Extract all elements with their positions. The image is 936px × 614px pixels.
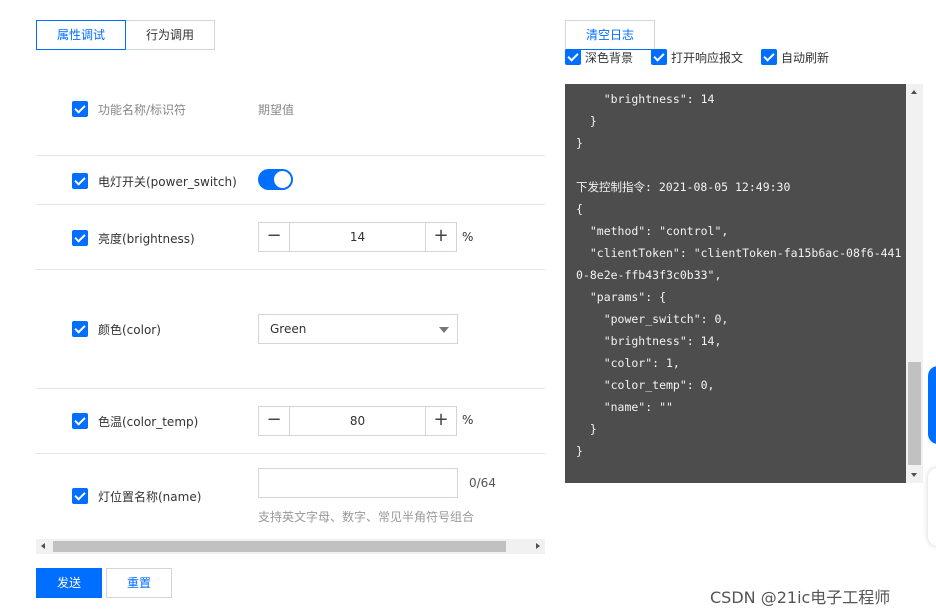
vertical-scrollbar[interactable] <box>906 84 923 483</box>
color-checkbox[interactable] <box>72 321 88 337</box>
tab-property-debug[interactable]: 属性调试 <box>36 20 126 50</box>
color-temp-checkbox[interactable] <box>72 413 88 429</box>
brightness-unit: % <box>462 230 474 244</box>
clear-log-button[interactable]: 清空日志 <box>565 20 655 50</box>
color-select[interactable]: Green <box>258 314 458 344</box>
power-switch-checkbox[interactable] <box>72 173 88 189</box>
dark-background-label: 深色背景 <box>585 50 634 65</box>
plus-icon[interactable]: + <box>425 407 456 435</box>
tab-action-call[interactable]: 行为调用 <box>126 20 215 50</box>
auto-refresh-option[interactable]: 自动刷新 <box>761 49 829 65</box>
checkmark-icon[interactable] <box>565 49 581 65</box>
tab-bar: 属性调试 行为调用 <box>36 20 215 50</box>
power-switch-toggle[interactable] <box>258 169 293 190</box>
send-button[interactable]: 发送 <box>36 568 102 598</box>
log-output[interactable]: "color": 1, "brightness": 14 } } 下发控制指令:… <box>565 84 923 483</box>
brightness-stepper: − 14 + <box>258 222 457 252</box>
dark-background-option[interactable]: 深色背景 <box>565 49 633 65</box>
checkmark-icon[interactable] <box>651 49 667 65</box>
horizontal-scrollbar[interactable] <box>36 539 545 554</box>
floating-side-panel[interactable] <box>928 468 936 546</box>
toggle-knob <box>274 171 291 188</box>
brightness-input[interactable]: 14 <box>290 223 425 251</box>
color-select-value: Green <box>270 322 307 336</box>
minus-icon[interactable]: − <box>259 223 290 251</box>
divider <box>36 388 545 389</box>
checkmark-icon[interactable] <box>761 49 777 65</box>
color-label: 颜色(color) <box>98 323 161 337</box>
reset-button[interactable]: 重置 <box>106 568 172 598</box>
scroll-right-icon[interactable] <box>536 543 540 549</box>
column-header-value: 期望值 <box>258 103 295 117</box>
chevron-down-icon <box>439 327 449 333</box>
scrollbar-thumb[interactable] <box>908 362 921 465</box>
divider <box>36 155 545 156</box>
divider <box>36 204 545 205</box>
show-response-option[interactable]: 打开响应报文 <box>651 49 743 65</box>
name-hint: 支持英文字母、数字、常见半角符号组合 <box>258 510 475 524</box>
show-response-label: 打开响应报文 <box>671 50 744 65</box>
divider <box>36 269 545 270</box>
scroll-down-icon[interactable] <box>911 473 917 477</box>
auto-refresh-label: 自动刷新 <box>781 50 830 65</box>
scroll-left-icon[interactable] <box>41 543 45 549</box>
log-text: "color": 1, "brightness": 14 } } 下发控制指令:… <box>576 92 902 458</box>
brightness-label: 亮度(brightness) <box>98 232 195 246</box>
color-temp-unit: % <box>462 413 474 427</box>
name-char-counter: 0/64 <box>469 476 496 490</box>
color-temp-stepper: − 80 + <box>258 406 457 436</box>
floating-side-button[interactable] <box>928 366 936 444</box>
brightness-checkbox[interactable] <box>72 230 88 246</box>
select-all-checkbox[interactable] <box>72 101 88 117</box>
name-checkbox[interactable] <box>72 488 88 504</box>
color-temp-label: 色温(color_temp) <box>98 415 199 429</box>
name-label: 灯位置名称(name) <box>98 490 202 504</box>
name-input[interactable] <box>258 468 458 498</box>
scrollbar-thumb[interactable] <box>53 541 506 552</box>
column-header-name: 功能名称/标识符 <box>98 103 187 117</box>
watermark: CSDN @21ic电子工程师 <box>710 588 891 607</box>
plus-icon[interactable]: + <box>425 223 456 251</box>
divider <box>36 453 545 454</box>
color-temp-input[interactable]: 80 <box>290 407 425 435</box>
power-switch-label: 电灯开关(power_switch) <box>98 175 237 189</box>
scroll-up-icon[interactable] <box>911 90 917 94</box>
minus-icon[interactable]: − <box>259 407 290 435</box>
